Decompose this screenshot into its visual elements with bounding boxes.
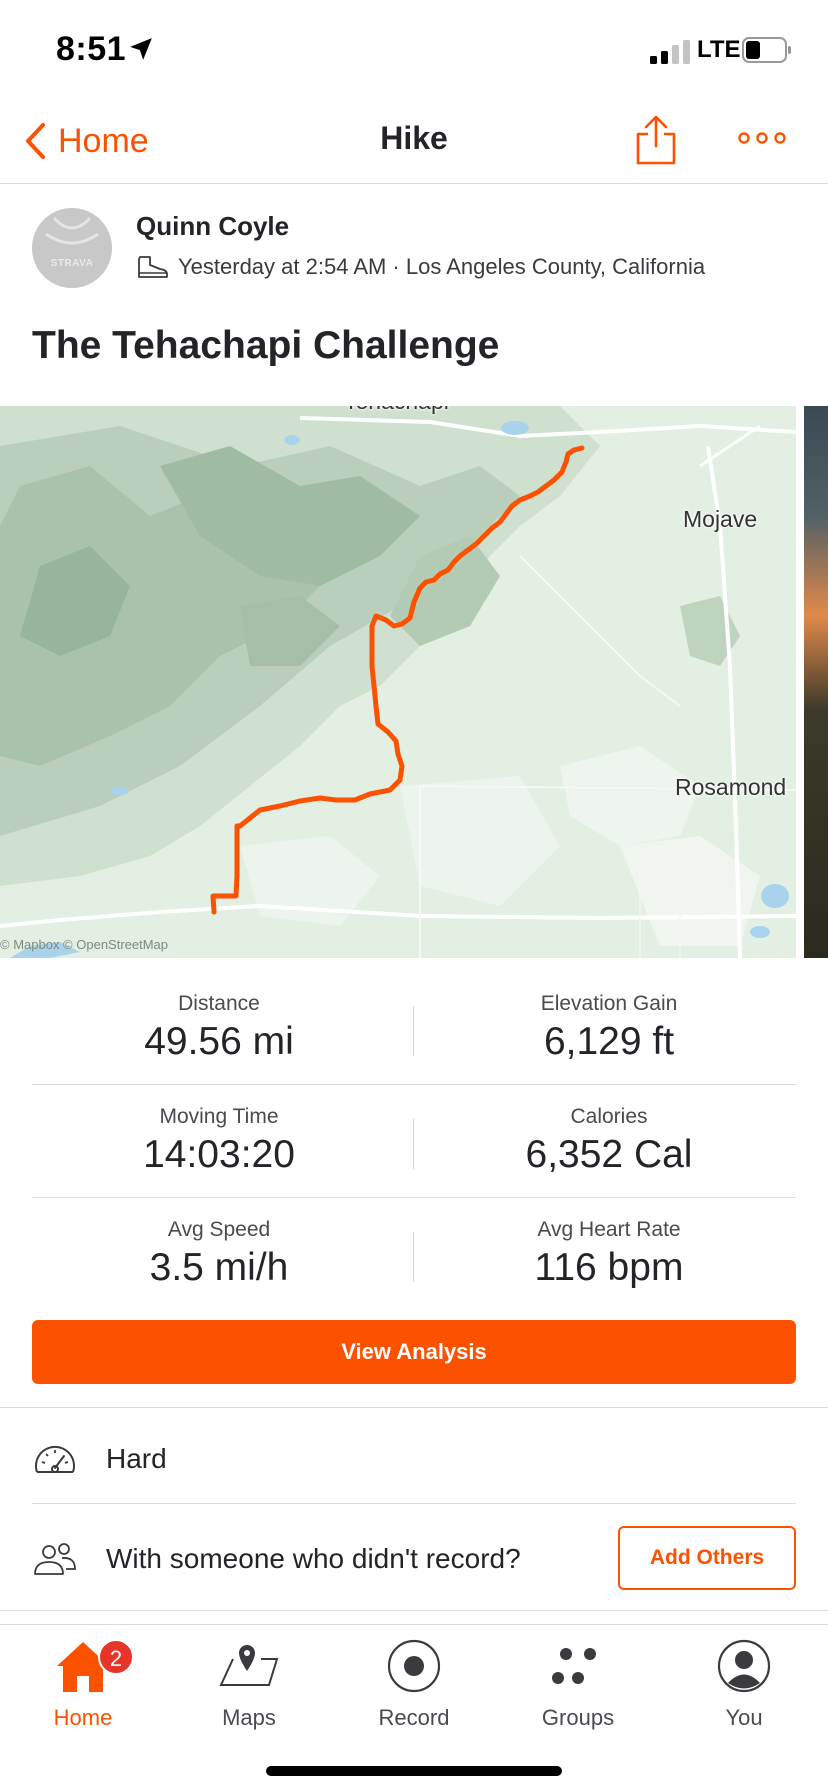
- activity-meta: Yesterday at 2:54 AM · Los Angeles Count…: [136, 254, 705, 280]
- row-divider: [32, 1197, 796, 1198]
- share-icon[interactable]: [634, 114, 678, 166]
- speedometer-icon: [35, 1445, 75, 1473]
- with-others-row: With someone who didn't record?: [32, 1534, 521, 1584]
- status-bar: 8:51 LTE: [0, 0, 828, 100]
- activity-title: The Tehachapi Challenge: [32, 324, 500, 367]
- network-type: LTE: [697, 36, 741, 63]
- map-icon: [219, 1645, 279, 1686]
- profile-icon: [717, 1639, 771, 1693]
- stat-avg-speed: Avg Speed 3.5 mi/h: [24, 1218, 414, 1290]
- with-others-prompt: With someone who didn't record?: [106, 1543, 521, 1574]
- map-terrain: [0, 406, 796, 958]
- tab-maps[interactable]: Maps: [194, 1633, 304, 1743]
- activity-meta-text: Yesterday at 2:54 AM · Los Angeles Count…: [178, 254, 706, 279]
- tab-label: Maps: [222, 1705, 276, 1730]
- stat-label: Moving Time: [159, 1105, 279, 1128]
- stat-value: 6,129 ft: [543, 1020, 675, 1063]
- home-indicator: [266, 1766, 562, 1776]
- stat-label: Avg Speed: [167, 1218, 271, 1241]
- add-others-button[interactable]: Add Others: [618, 1526, 796, 1590]
- avatar-placeholder-icon: [32, 208, 112, 288]
- section-divider: [0, 1407, 828, 1408]
- navigation-header: Home Hike: [0, 100, 828, 184]
- perceived-effort-label: Hard: [106, 1443, 167, 1474]
- chevron-left-icon: [26, 123, 45, 159]
- stat-moving-time: Moving Time 14:03:20: [24, 1105, 414, 1177]
- stat-label: Elevation Gain: [540, 992, 678, 1015]
- stat-value: 3.5 mi/h: [149, 1246, 289, 1289]
- status-time: 8:51: [56, 30, 127, 68]
- people-icon: [34, 1543, 76, 1575]
- groups-icon: [552, 1648, 596, 1684]
- stat-label: Distance: [178, 992, 260, 1015]
- stat-avg-heart-rate: Avg Heart Rate 116 bpm: [414, 1218, 804, 1290]
- stat-calories: Calories 6,352 Cal: [414, 1105, 804, 1177]
- back-label: Home: [58, 121, 149, 160]
- stat-value: 14:03:20: [143, 1133, 295, 1176]
- more-dots-icon[interactable]: [738, 128, 786, 148]
- stat-label: Calories: [570, 1105, 648, 1128]
- stat-distance: Distance 49.56 mi: [24, 992, 414, 1064]
- section-divider: [0, 1610, 828, 1611]
- tab-label: Record: [378, 1705, 450, 1730]
- avatar[interactable]: STRAVA: [32, 208, 112, 288]
- tab-groups[interactable]: Groups: [523, 1633, 633, 1743]
- stat-value: 6,352 Cal: [525, 1133, 693, 1176]
- athlete-name[interactable]: Quinn Coyle: [136, 211, 289, 242]
- tab-label: You: [725, 1705, 763, 1730]
- tab-label: Groups: [541, 1705, 615, 1730]
- stat-value: 49.56 mi: [144, 1020, 294, 1063]
- notification-badge: 2: [98, 1639, 134, 1675]
- battery-low-icon: [742, 37, 791, 63]
- stat-elevation-gain: Elevation Gain 6,129 ft: [414, 992, 804, 1064]
- map-label-tehachapi: Tehachapi: [344, 406, 449, 415]
- back-button[interactable]: Home: [24, 118, 149, 164]
- tab-record[interactable]: Record: [359, 1633, 469, 1743]
- avatar-text: STRAVA: [50, 258, 94, 269]
- hiking-boot-icon: [138, 256, 168, 278]
- signal-strength-icon: [650, 40, 690, 64]
- view-analysis-button[interactable]: View Analysis: [32, 1320, 796, 1384]
- tab-home[interactable]: Home 2: [28, 1633, 138, 1743]
- location-arrow-icon: [130, 38, 152, 60]
- row-divider: [32, 1503, 796, 1504]
- route-map[interactable]: Tehachapi Mojave Rosamond © Mapbox © Ope…: [0, 406, 796, 958]
- tab-label: Home: [53, 1705, 113, 1730]
- map-label-mojave: Mojave: [683, 506, 758, 532]
- stat-label: Avg Heart Rate: [537, 1218, 681, 1241]
- map-label-rosamond: Rosamond: [675, 774, 787, 800]
- row-divider: [32, 1084, 796, 1085]
- stat-value: 116 bpm: [534, 1246, 684, 1289]
- map-attribution[interactable]: © Mapbox © OpenStreetMap: [0, 937, 168, 952]
- tab-you[interactable]: You: [689, 1633, 799, 1743]
- record-icon: [387, 1639, 441, 1693]
- perceived-effort-row[interactable]: Hard: [32, 1434, 167, 1484]
- activity-photo-thumbnail[interactable]: [804, 406, 828, 958]
